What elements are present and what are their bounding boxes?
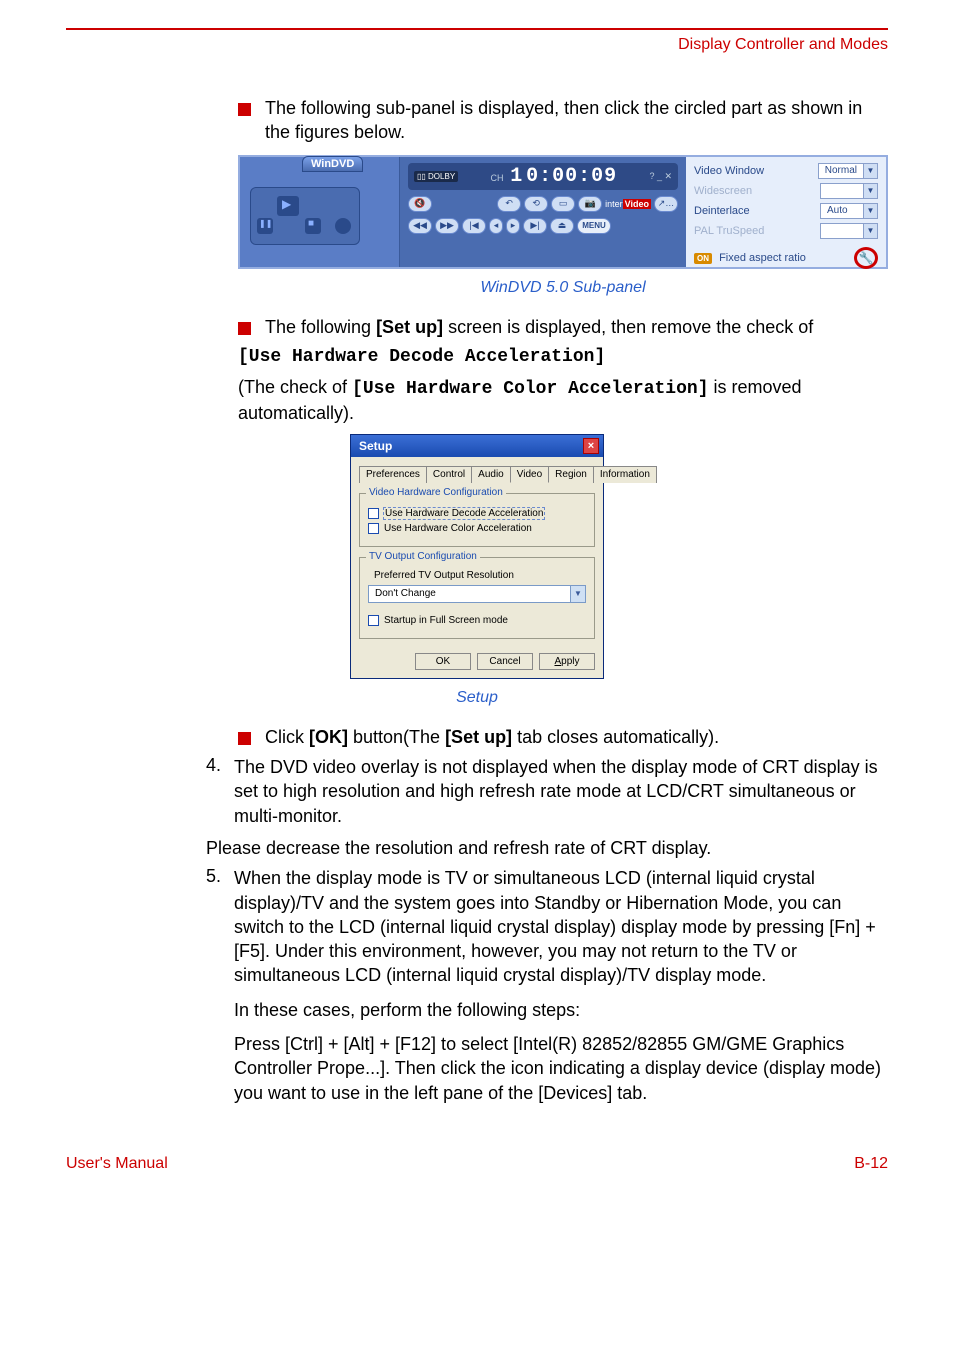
chevron-down-icon: ▼ — [863, 224, 877, 238]
bullet-icon — [238, 322, 251, 335]
expand-button[interactable]: ↗… — [654, 196, 678, 212]
circled-setup-button[interactable]: 🔧 — [854, 247, 878, 269]
chevron-down-icon: ▼ — [863, 164, 877, 178]
figure2-caption: Setup — [66, 689, 888, 707]
video-window-label: Video Window — [694, 165, 764, 177]
intervideo-label: interVideo — [605, 199, 651, 209]
tab-region[interactable]: Region — [548, 466, 594, 483]
bullet1-text: The following sub-panel is displayed, th… — [265, 96, 888, 145]
item4-number: 4. — [206, 755, 234, 776]
player-controls[interactable] — [250, 187, 360, 245]
tab-preferences[interactable]: Preferences — [359, 466, 427, 483]
dialog-title: Setup — [359, 439, 392, 453]
step-fwd-button[interactable]: ▸ — [506, 218, 520, 234]
mute-button[interactable]: 🔇 — [408, 196, 432, 212]
figure-windvd-subpanel: WinDVD ▯▯ DOLBY CH 1 0:00:09 ? _ ✕ — [238, 155, 888, 269]
widescreen-dropdown: ▼ — [820, 183, 878, 199]
tab-information[interactable]: Information — [593, 466, 657, 483]
footer-right: B-12 — [854, 1155, 888, 1173]
eject-button[interactable]: ⏏ — [550, 218, 574, 234]
close-button[interactable]: × — [583, 438, 599, 454]
ok-button[interactable]: OK — [415, 653, 471, 670]
timecode: 0:00:09 — [526, 165, 617, 188]
step-back-button[interactable]: ◂ — [489, 218, 503, 234]
ch-num: 1 — [510, 165, 523, 188]
rewind-button[interactable]: ◀◀ — [408, 218, 432, 234]
video-window-dropdown[interactable]: Normal▼ — [818, 163, 878, 179]
tab-video[interactable]: Video — [510, 466, 549, 483]
chevron-down-icon: ▼ — [570, 586, 585, 602]
bullet3-text: Click [OK] button(The [Set up] tab close… — [265, 725, 888, 749]
pause-button-icon[interactable] — [257, 218, 273, 234]
fixed-aspect-label: ON Fixed aspect ratio — [694, 252, 806, 264]
zoom-button[interactable]: ▭ — [551, 196, 575, 212]
tv-resolution-label: Preferred TV Output Resolution — [374, 570, 586, 581]
dialog-tabs[interactable]: Preferences Control Audio Video Region I… — [359, 465, 595, 483]
footer-left: User's Manual — [66, 1155, 168, 1173]
item5-number: 5. — [206, 866, 234, 887]
cancel-button[interactable]: Cancel — [477, 653, 533, 670]
tab-audio[interactable]: Audio — [471, 466, 511, 483]
checkbox-icon — [368, 508, 379, 519]
prev-button[interactable]: |◀ — [462, 218, 486, 234]
wrench-icon: 🔧 — [859, 251, 874, 265]
item4-text: The DVD video overlay is not displayed w… — [234, 755, 888, 828]
repeat-button[interactable]: ↶ — [497, 196, 521, 212]
bullet2-text: The following [Set up] screen is display… — [265, 315, 888, 339]
group2-legend: TV Output Configuration — [366, 551, 480, 562]
bullet-icon — [238, 732, 251, 745]
next-button[interactable]: ▶| — [523, 218, 547, 234]
widescreen-label: Widescreen — [694, 185, 752, 197]
ch-label: CH — [491, 173, 504, 183]
chevron-down-icon: ▼ — [863, 184, 877, 198]
figure1-caption: WinDVD 5.0 Sub-panel — [238, 279, 888, 297]
window-controls[interactable]: ? _ ✕ — [649, 171, 672, 182]
checkbox-hw-color[interactable]: Use Hardware Color Acceleration — [368, 523, 586, 534]
item5-text: When the display mode is TV or simultane… — [234, 866, 888, 987]
code-line-1: [Use Hardware Decode Acceleration] — [238, 345, 888, 369]
menu-button[interactable]: MENU — [577, 218, 611, 234]
group1-legend: Video Hardware Configuration — [366, 487, 506, 498]
ffwd-button[interactable]: ▶▶ — [435, 218, 459, 234]
bullet-icon — [238, 103, 251, 116]
pal-dropdown: ▼ — [820, 223, 878, 239]
checkbox-icon — [368, 615, 379, 626]
dolby-badge: ▯▯ DOLBY — [414, 171, 458, 182]
play-button-icon[interactable] — [277, 196, 299, 216]
camera-button[interactable]: 📷 — [578, 196, 602, 212]
on-badge: ON — [694, 253, 712, 264]
deinterlace-dropdown[interactable]: Auto▼ — [820, 203, 878, 219]
apply-button[interactable]: Apply — [539, 653, 595, 670]
item5-p3: Press [Ctrl] + [Alt] + [F12] to select [… — [206, 1032, 888, 1105]
tab-control[interactable]: Control — [426, 466, 472, 483]
checkbox-fullscreen[interactable]: Startup in Full Screen mode — [368, 615, 586, 626]
pal-label: PAL TruSpeed — [694, 225, 764, 237]
power-button-icon[interactable] — [335, 218, 351, 234]
tv-resolution-dropdown[interactable]: Don't Change ▼ — [368, 585, 586, 603]
item5-p2: In these cases, perform the following st… — [206, 998, 888, 1022]
deinterlace-label: Deinterlace — [694, 205, 750, 217]
page-header: Display Controller and Modes — [66, 36, 888, 54]
checkbox-icon — [368, 523, 379, 534]
item4-para2: Please decrease the resolution and refre… — [206, 836, 888, 860]
chevron-down-icon: ▼ — [863, 204, 877, 218]
checkbox-hw-decode[interactable]: Use Hardware Decode Acceleration — [368, 508, 586, 519]
stop-button-icon[interactable] — [305, 218, 321, 234]
windvd-logo: WinDVD — [302, 156, 363, 172]
figure-setup-dialog: Setup × Preferences Control Audio Video … — [350, 434, 604, 679]
para-hw-color: (The check of [Use Hardware Color Accele… — [238, 375, 888, 426]
loop-button[interactable]: ⟲ — [524, 196, 548, 212]
